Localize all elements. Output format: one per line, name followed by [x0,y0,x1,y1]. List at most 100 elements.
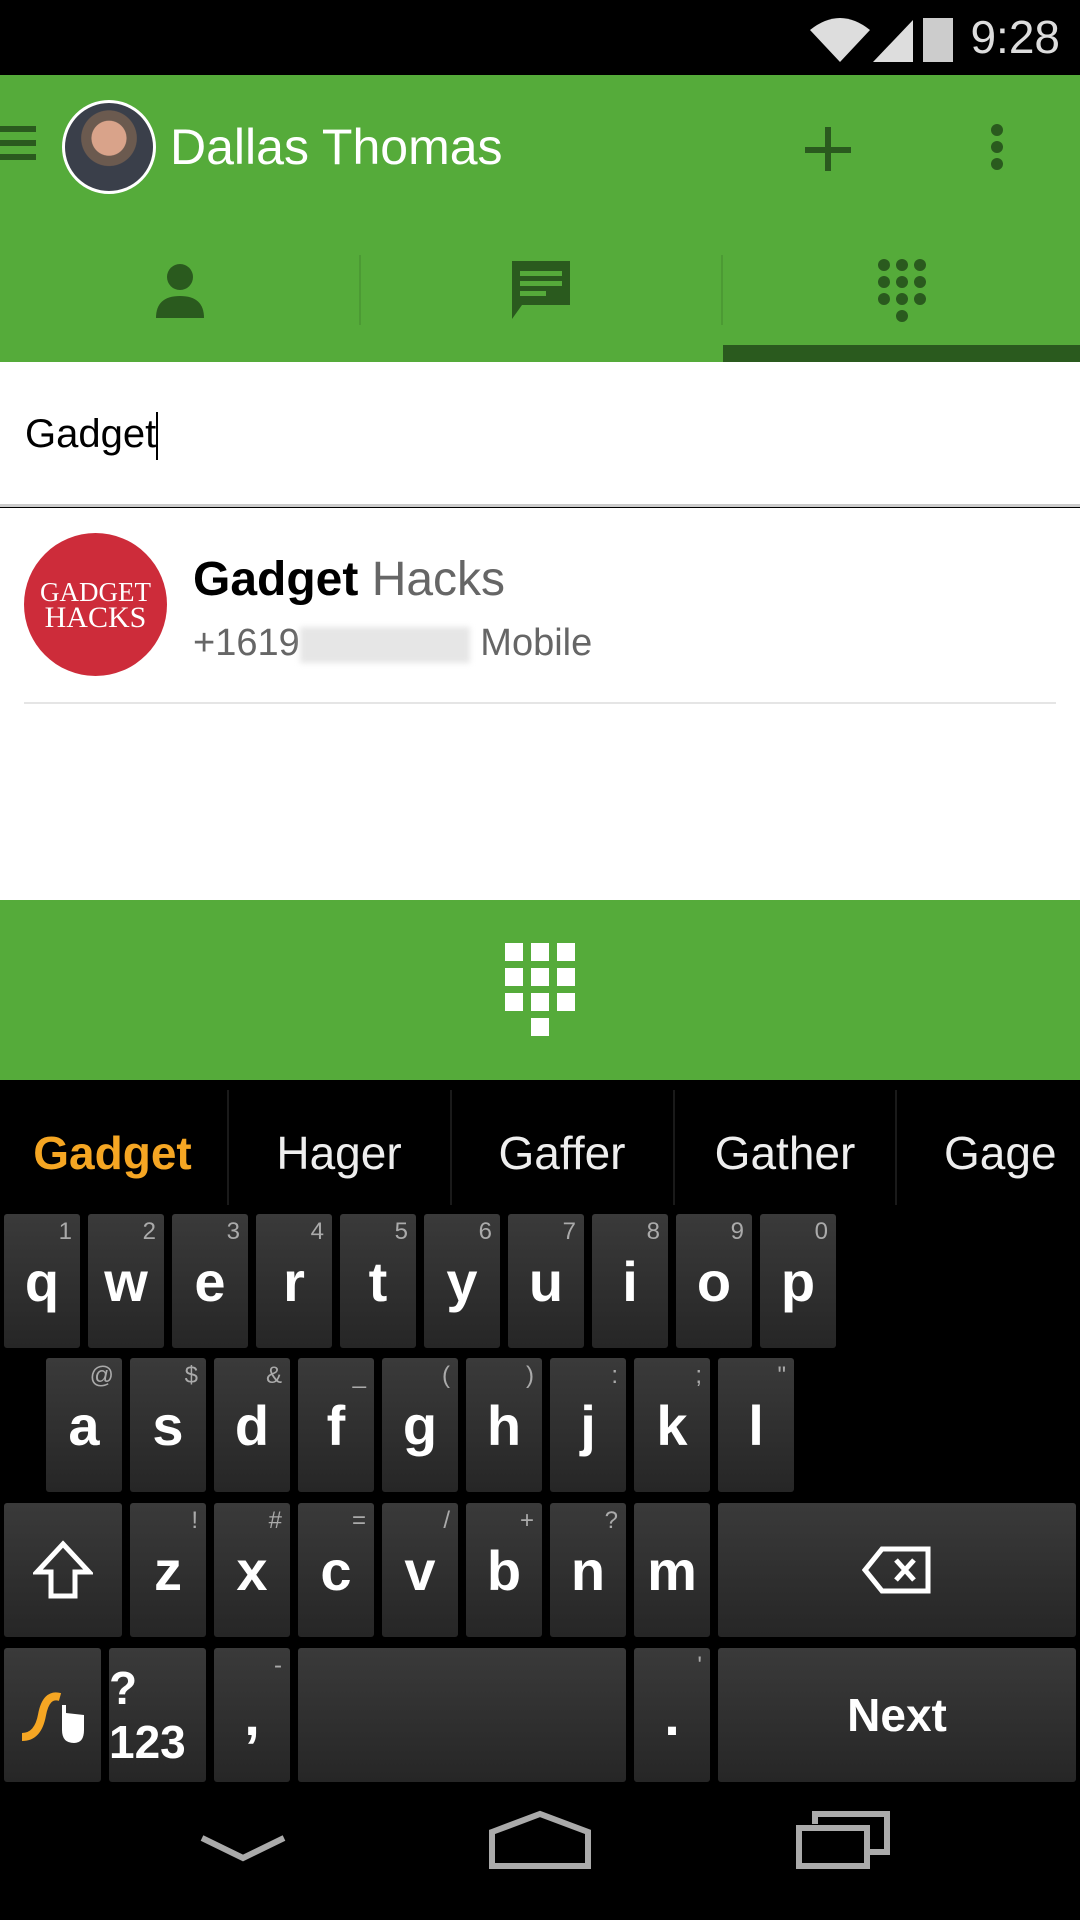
key-u[interactable]: u7 [508,1214,584,1348]
key-hint: 0 [814,1218,828,1245]
menu-icon[interactable] [0,118,40,168]
key-y[interactable]: y6 [424,1214,500,1348]
home-icon[interactable] [488,1810,592,1870]
search-input[interactable]: Gadget [25,412,159,461]
comma-key[interactable]: ,- [214,1648,290,1782]
swype-key[interactable] [4,1648,101,1782]
key-o[interactable]: o9 [676,1214,752,1348]
space-key[interactable] [298,1648,626,1782]
key-j[interactable]: j: [550,1358,626,1492]
key-w[interactable]: w2 [88,1214,164,1348]
key-c[interactable]: c = [298,1503,374,1637]
add-icon[interactable] [803,125,853,175]
key-l[interactable]: l " [718,1358,794,1492]
key-i[interactable]: i8 [592,1214,668,1348]
key-k[interactable]: k; [634,1358,710,1492]
key-hint: : [611,1362,618,1389]
key-f[interactable]: f _ [298,1358,374,1492]
key-b[interactable]: b + [466,1503,542,1637]
key-hint: ; [695,1362,702,1389]
key-n[interactable]: n? [550,1503,626,1637]
search-field[interactable] [0,362,1080,507]
key-hint: 8 [646,1218,660,1245]
key-hint: & [265,1362,282,1389]
key-hint: = [351,1507,366,1534]
key-hint: ' [697,1652,702,1679]
key-hint: / [443,1507,450,1534]
more-icon[interactable] [985,120,1009,180]
key-label: r [283,1249,305,1313]
period-key[interactable]: . ' [634,1648,710,1782]
key-h[interactable]: h) [466,1358,542,1492]
status-bar: 9:28 [0,0,1080,75]
key-s[interactable]: s $ [130,1358,206,1492]
key-hint: " [777,1362,786,1389]
clock: 9:28 [970,11,1060,63]
shift-key[interactable] [4,1503,122,1637]
key-v[interactable]: v / [382,1503,458,1637]
suggestion[interactable]: Gadget [0,1100,225,1205]
status-icons [810,18,953,62]
key-x[interactable]: x # [214,1503,290,1637]
key-p[interactable]: p0 [760,1214,836,1348]
key-label: t [368,1249,388,1313]
suggestion[interactable]: Hager [229,1100,449,1205]
avatar[interactable] [62,100,156,194]
results-list [0,508,1080,900]
key-q[interactable]: q1 [4,1214,80,1348]
show-dialpad-button[interactable] [0,900,1080,1080]
key-label: m [647,1538,697,1602]
symbols-key[interactable]: ?123 [109,1648,206,1782]
key-hint: 5 [394,1218,408,1245]
backspace-key[interactable] [718,1503,1076,1637]
back-down-icon[interactable] [198,1830,288,1870]
suggestion[interactable]: Gather [675,1100,895,1205]
search-value: Gadget [25,412,157,456]
name-rest: Hacks [358,553,506,606]
wifi-icon [810,18,870,62]
recents-icon[interactable] [795,1810,891,1870]
redacted-number [299,626,470,663]
key-label: k [656,1393,688,1457]
key-label: b [486,1538,522,1602]
key-label: c [320,1538,352,1602]
tab-dialpad[interactable] [723,250,1080,330]
key-label: x [236,1538,268,1602]
key-hint: 4 [310,1218,324,1245]
key-hint: 9 [730,1218,744,1245]
phone-type: Mobile [480,622,593,664]
swype-icon [21,1692,84,1743]
key-label: s [152,1393,184,1457]
contact-name[interactable]: Gadget Hacks [193,552,505,607]
key-r[interactable]: r4 [256,1214,332,1348]
key-hint: @ [89,1362,114,1389]
key-label: v [404,1538,436,1602]
key-label: p [780,1249,816,1313]
phone-prefix: +1619 [193,622,300,664]
key-z[interactable]: z! [130,1503,206,1637]
key-label: o [696,1249,732,1313]
key-hint: 6 [478,1218,492,1245]
account-name[interactable]: Dallas Thomas [170,118,503,176]
key-label: d [234,1393,270,1457]
key-t[interactable]: t5 [340,1214,416,1348]
key-hint: $ [184,1362,198,1389]
key-m[interactable]: m [634,1503,710,1637]
key-label: , [244,1683,260,1747]
suggestion[interactable]: Gaffer [452,1100,672,1205]
key-label: h [486,1393,522,1457]
name-match: Gadget [193,553,359,606]
key-g[interactable]: g( [382,1358,458,1492]
key-label: a [68,1393,100,1457]
dialpad-icon [505,943,575,1036]
next-key[interactable]: Next [718,1648,1076,1782]
tab-messages[interactable] [360,250,722,330]
tab-contacts[interactable] [0,250,360,330]
key-d[interactable]: d & [214,1358,290,1492]
key-a[interactable]: a @ [46,1358,122,1492]
contact-phone: +1619 Mobile [193,622,592,665]
suggestion[interactable]: Gage [897,1100,1080,1205]
key-e[interactable]: e3 [172,1214,248,1348]
row-divider [24,702,1056,704]
key-label: q [24,1249,60,1313]
